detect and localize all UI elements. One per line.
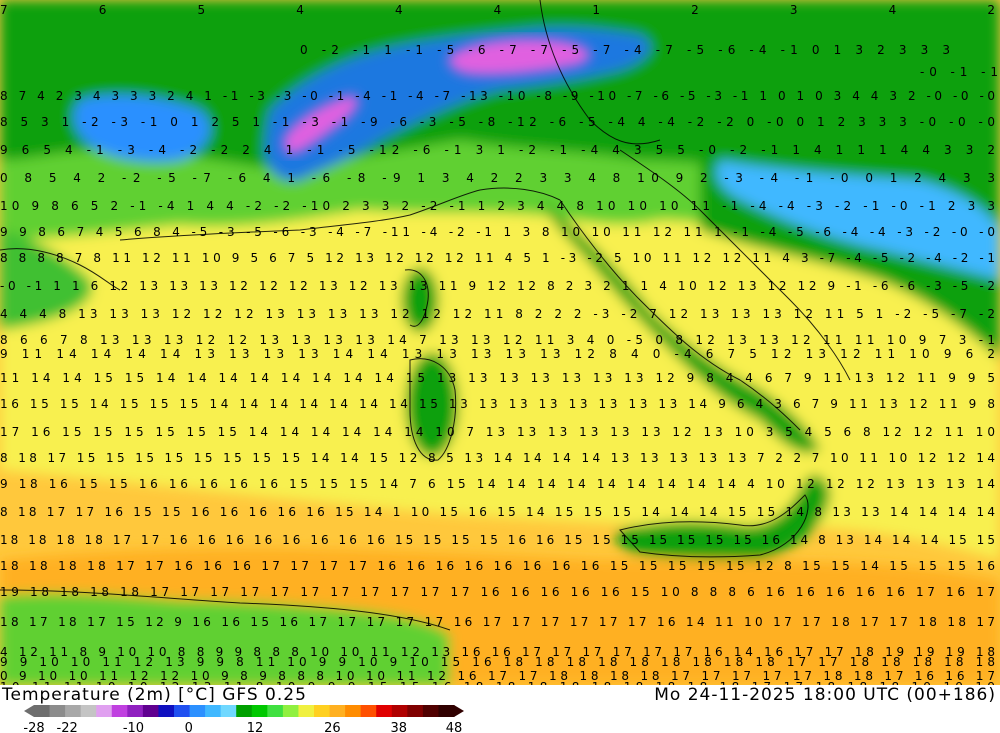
legend-arrow-right xyxy=(454,705,464,717)
legend-tick-label: 48 xyxy=(446,721,463,733)
legend-swatch xyxy=(49,705,66,717)
legend-swatch xyxy=(158,705,175,717)
legend-swatch xyxy=(329,705,346,717)
legend-swatch xyxy=(314,705,331,717)
legend-swatch xyxy=(345,705,362,717)
grid-value-row: 9 9 8 6 7 4 5 6 8 4 -5 -3 -5 -6 -3 -4 -7… xyxy=(0,225,995,239)
legend-tick-label: 26 xyxy=(324,721,341,733)
legend-swatch xyxy=(220,705,237,717)
legend-swatch xyxy=(34,705,51,717)
legend-swatch xyxy=(267,705,284,717)
legend-swatch xyxy=(360,705,377,717)
grid-value-row: 8 8 8 8 7 8 11 12 11 10 9 5 6 7 5 12 13 … xyxy=(0,251,995,265)
color-scale-legend: -28 -22 -10 0 12 26 38 48 xyxy=(24,705,464,733)
legend-swatch xyxy=(422,705,439,717)
valid-time-label: Mo 24-11-2025 18:00 UTC (00+186) xyxy=(654,685,996,705)
legend-swatch xyxy=(251,705,268,717)
map-title: Temperature (2m) [°C] GFS 0.25 xyxy=(2,685,307,705)
legend-swatch xyxy=(391,705,408,717)
legend-swatch xyxy=(407,705,424,717)
legend-swatch xyxy=(236,705,253,717)
legend-swatch xyxy=(376,705,393,717)
legend-arrow-left xyxy=(24,705,34,717)
legend-swatch xyxy=(80,705,97,717)
legend-tick-labels: -28 -22 -10 0 12 26 38 48 xyxy=(24,721,462,733)
legend-tick-label: 12 xyxy=(247,721,264,733)
legend-swatch xyxy=(205,705,222,717)
grid-value-row: 8 18 17 15 15 15 15 15 15 15 15 14 14 15… xyxy=(0,451,995,465)
legend-tick-label: 0 xyxy=(185,721,193,733)
legend-tick-label: -22 xyxy=(57,721,78,733)
legend-swatch xyxy=(282,705,299,717)
grid-value-row: 8 18 17 17 16 15 15 16 16 16 16 16 15 14… xyxy=(0,505,995,519)
legend-tick-label: 38 xyxy=(390,721,407,733)
legend-swatch xyxy=(142,705,159,717)
variable-label: Temperature (2m) [°C] xyxy=(2,685,216,705)
legend-swatch xyxy=(189,705,206,717)
grid-value-row: 0 8 5 4 2 -2 -5 -7 -6 4 1 -6 -8 -9 1 3 4… xyxy=(0,171,995,185)
legend-swatches xyxy=(24,705,464,717)
legend-swatch xyxy=(298,705,315,717)
legend-swatch xyxy=(438,705,455,717)
grid-value-row: 18 17 18 17 15 12 9 16 16 15 16 17 17 17… xyxy=(0,615,995,629)
legend-swatch xyxy=(174,705,191,717)
legend-tick-label: -10 xyxy=(123,721,144,733)
model-label: GFS 0.25 xyxy=(222,685,307,705)
legend-swatch xyxy=(65,705,82,717)
legend-tick-label: -28 xyxy=(24,721,45,733)
legend-swatch xyxy=(96,705,113,717)
grid-value-row: 17 16 15 15 15 15 15 15 14 14 14 14 14 1… xyxy=(0,425,995,439)
legend-swatch xyxy=(111,705,128,717)
legend-swatch xyxy=(127,705,144,717)
grid-value-row: 18 18 18 18 17 17 16 16 16 17 17 17 17 1… xyxy=(0,559,995,573)
temperature-map: 7 6 5 4 4 4 1 2 3 4 20 -2 -1 1 -1 -5 -6 … xyxy=(0,0,1000,685)
